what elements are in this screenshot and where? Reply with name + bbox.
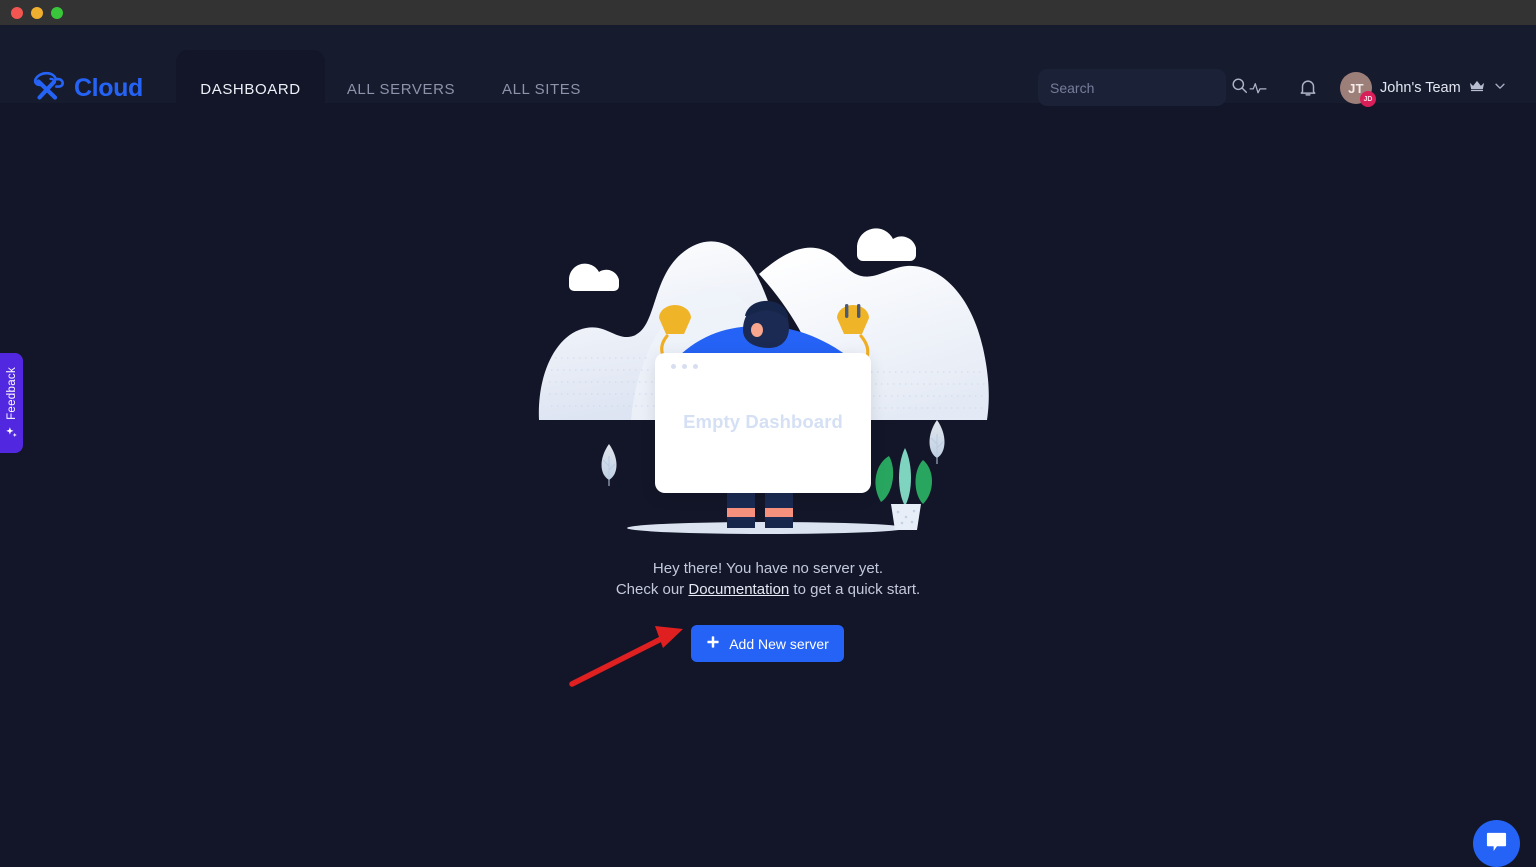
- tab-all-servers-label: ALL SERVERS: [346, 80, 456, 98]
- card-dot-3: [693, 364, 698, 369]
- documentation-link[interactable]: Documentation: [688, 581, 789, 598]
- chat-bubble-icon: [1485, 830, 1508, 857]
- search-icon[interactable]: [1231, 77, 1248, 99]
- tab-dashboard-label: DASHBOARD: [200, 80, 301, 98]
- chat-support-button[interactable]: [1473, 820, 1520, 867]
- empty-state-line-2-prefix: Check our: [615, 581, 689, 598]
- search-input[interactable]: [1050, 79, 1231, 96]
- empty-state-line-2: Check our Documentation to get a quick s…: [0, 581, 1536, 598]
- empty-state-line-1: Hey there! You have no server yet.: [652, 560, 884, 577]
- main-content: Empty Dashboard Hey there! You have no s…: [0, 103, 1536, 867]
- notifications-bell-icon[interactable]: [1297, 77, 1319, 99]
- chevron-down-icon[interactable]: [1493, 79, 1507, 98]
- empty-dashboard-card: Empty Dashboard: [655, 353, 871, 493]
- team-name: John's Team: [1380, 80, 1461, 96]
- window-titlebar: [0, 0, 1536, 25]
- crown-icon: [1469, 79, 1485, 97]
- window-close-button[interactable]: [11, 6, 23, 19]
- activity-icon[interactable]: [1247, 77, 1269, 99]
- avatar[interactable]: JT JD: [1340, 72, 1376, 107]
- window-maximize-button[interactable]: [51, 6, 63, 19]
- card-dot-1: [671, 364, 676, 369]
- red-arrow-annotation: [569, 626, 683, 687]
- empty-state-line-2-suffix: to get a quick start.: [789, 581, 921, 598]
- plus-icon: [706, 635, 720, 652]
- search-box[interactable]: [1038, 69, 1248, 106]
- top-navigation-bar: Cloud DASHBOARD ALL SERVERS ALL SITES JT…: [0, 25, 1536, 128]
- add-new-server-label: Add New server: [729, 635, 829, 652]
- plant: [875, 448, 932, 530]
- add-new-server-button[interactable]: Add New server: [691, 625, 844, 662]
- account-menu[interactable]: JT JD John's Team: [1340, 69, 1517, 107]
- person-head: [743, 300, 789, 348]
- brand-logo[interactable]: Cloud: [32, 71, 143, 106]
- window-minimize-button[interactable]: [31, 6, 43, 19]
- cloud-x-logo-icon: [32, 71, 68, 106]
- empty-dashboard-card-text: Empty Dashboard: [683, 411, 843, 432]
- brand-name: Cloud: [74, 74, 143, 102]
- card-dot-2: [682, 364, 687, 369]
- tab-all-sites-label: ALL SITES: [501, 80, 582, 98]
